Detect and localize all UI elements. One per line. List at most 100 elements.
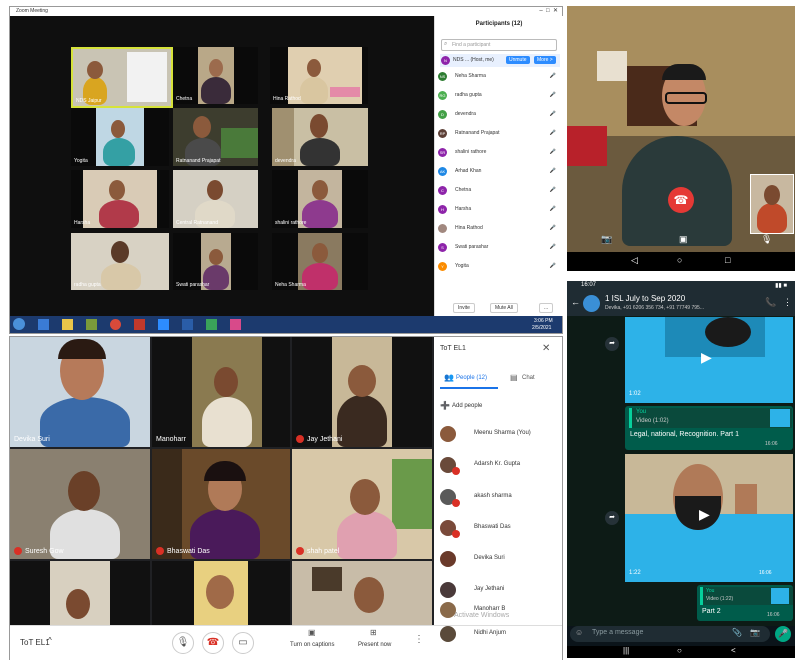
present-now-button[interactable]: Present now bbox=[358, 642, 391, 648]
message-input[interactable]: ☺ Type a message 📎 📷 bbox=[570, 626, 770, 642]
microphone-button[interactable]: 🎙 bbox=[172, 632, 194, 654]
people-list-item[interactable]: Adarsh Kr. Gupta bbox=[428, 453, 550, 481]
zoom-video-tile[interactable]: Yogita bbox=[71, 108, 169, 166]
video-message[interactable]: ▶ 1:02 bbox=[625, 317, 793, 403]
meet-video-tile[interactable]: Suresh Gow bbox=[10, 449, 150, 559]
zoom-video-tile[interactable]: Neha Sharma bbox=[272, 233, 368, 290]
participant-row[interactable]: SR shalini rathore 🎤 bbox=[438, 146, 558, 160]
forward-icon[interactable]: ➦ bbox=[605, 337, 619, 351]
window-controls[interactable]: – □ ✕ bbox=[539, 7, 558, 14]
participant-row[interactable]: H Harsha 🎤 bbox=[438, 203, 558, 217]
meet-video-tile[interactable] bbox=[152, 561, 290, 625]
quoted-message[interactable]: You Video (1:02) bbox=[629, 408, 792, 428]
taskbar-icon[interactable] bbox=[110, 319, 121, 330]
participant-row[interactable]: C Chetna 🎤 bbox=[438, 184, 558, 198]
zoom-video-tile[interactable]: Central Ratnanand bbox=[173, 170, 258, 228]
mute-all-button[interactable]: Mute All bbox=[490, 303, 518, 313]
message-bubble[interactable]: You Video (1:02) Legal, national, Recogn… bbox=[625, 406, 793, 450]
unmute-button[interactable]: Unmute bbox=[506, 56, 530, 64]
voice-message-button[interactable]: 🎤 bbox=[775, 626, 791, 642]
zoom-video-tile[interactable]: devendra bbox=[272, 108, 368, 166]
taskbar-icon[interactable] bbox=[182, 319, 193, 330]
taskbar-icon[interactable] bbox=[86, 319, 97, 330]
home-icon[interactable]: ○ bbox=[677, 255, 682, 265]
taskbar-icon[interactable] bbox=[38, 319, 49, 330]
play-icon[interactable]: ▶ bbox=[699, 506, 710, 523]
participant-row[interactable]: Y Yogita 🎤 bbox=[438, 260, 558, 274]
tab-people[interactable]: 👥 People (12) bbox=[440, 373, 498, 389]
zoom-video-tile[interactable]: radha gupta bbox=[71, 233, 169, 290]
leave-call-button[interactable]: ☎ bbox=[202, 632, 224, 654]
emoji-icon[interactable]: ☺ bbox=[575, 628, 583, 637]
home-icon[interactable]: ○ bbox=[677, 646, 682, 655]
recents-icon[interactable]: ||| bbox=[623, 646, 629, 655]
meet-video-tile[interactable] bbox=[292, 561, 432, 625]
present-icon[interactable]: ⊞ bbox=[370, 628, 377, 637]
people-list-item[interactable]: akash sharma bbox=[428, 485, 550, 513]
zoom-video-tile[interactable]: NDS Jaipur bbox=[71, 47, 173, 108]
close-icon[interactable]: ✕ bbox=[542, 343, 550, 354]
meet-video-tile[interactable]: Bhaswati Das bbox=[152, 449, 290, 559]
recents-icon[interactable]: □ bbox=[725, 255, 730, 265]
turn-on-captions-button[interactable]: Turn on captions bbox=[290, 642, 334, 648]
invite-button[interactable]: Invite bbox=[453, 303, 475, 313]
forward-icon[interactable]: ➦ bbox=[605, 511, 619, 525]
more-options-icon[interactable]: ⋮ bbox=[783, 297, 792, 308]
people-list-item[interactable]: Meenu Sharma (You) bbox=[428, 422, 550, 450]
zoom-video-tile[interactable]: Harsha bbox=[71, 170, 169, 228]
participant-row[interactable]: NS Neha Sharma 🎤 bbox=[438, 70, 558, 84]
taskbar-icon[interactable] bbox=[230, 319, 241, 330]
tab-chat[interactable]: ▤ Chat bbox=[504, 373, 554, 387]
play-icon[interactable]: ▶ bbox=[701, 349, 712, 366]
group-members: Devika, +91 6206 356 734, +91 77749 795.… bbox=[605, 305, 704, 311]
add-people-button[interactable]: ➕ Add people bbox=[440, 401, 540, 413]
host-row[interactable]: N NDS ... (Host, me) Unmute More > bbox=[440, 54, 560, 67]
meet-video-tile[interactable] bbox=[10, 561, 150, 625]
video-off-icon[interactable]: ▣ bbox=[679, 234, 688, 245]
people-list-item[interactable]: Nidhi Anjum bbox=[428, 622, 550, 642]
chevron-up-icon[interactable]: ^ bbox=[48, 636, 52, 645]
quoted-message[interactable]: You Video (1:22) bbox=[700, 587, 793, 605]
participant-row[interactable]: RP Ratnanand Prajapat 🎤 bbox=[438, 127, 558, 141]
participant-row[interactable]: S Swati parashar 🎤 bbox=[438, 241, 558, 255]
people-list-item[interactable]: Devika Suri bbox=[428, 547, 550, 575]
back-icon[interactable]: < bbox=[731, 646, 736, 655]
message-bubble[interactable]: You Video (1:22) Part 2 16:06 bbox=[697, 585, 793, 621]
camera-switch-icon[interactable]: 📷 bbox=[601, 234, 612, 245]
end-call-button[interactable]: ☎ bbox=[668, 187, 694, 213]
taskbar-icon[interactable] bbox=[158, 319, 169, 330]
people-list-item[interactable]: Bhaswati Das bbox=[428, 516, 550, 544]
mute-icon[interactable]: 🎙 bbox=[761, 234, 772, 245]
meet-video-tile[interactable]: shah patel bbox=[292, 449, 432, 559]
zoom-video-tile[interactable]: Ratnanand Prajapat bbox=[173, 108, 258, 166]
group-name[interactable]: 1 ISL July to Sep 2020 bbox=[605, 294, 685, 303]
captions-icon[interactable]: ▣ bbox=[308, 628, 316, 637]
zoom-video-tile[interactable]: Hina Rathod bbox=[270, 47, 368, 104]
zoom-video-tile[interactable]: shalini rathore bbox=[272, 170, 368, 228]
more-button[interactable]: More > bbox=[534, 56, 556, 64]
back-arrow-icon[interactable]: ← bbox=[571, 297, 580, 307]
group-avatar[interactable] bbox=[583, 295, 600, 312]
meet-video-tile[interactable]: Manoharr bbox=[152, 337, 290, 447]
participant-row[interactable]: Hina Rathod 🎤 bbox=[438, 222, 558, 236]
camera-icon[interactable]: 📷 bbox=[750, 628, 760, 637]
more-options-icon[interactable]: ⋮ bbox=[414, 634, 424, 645]
taskbar-icon[interactable] bbox=[206, 319, 217, 330]
meet-video-tile[interactable]: Jay Jethani bbox=[292, 337, 432, 447]
attach-icon[interactable]: 📎 bbox=[732, 628, 742, 637]
taskbar-icon[interactable] bbox=[134, 319, 145, 330]
camera-button[interactable]: ▭ bbox=[232, 632, 254, 654]
participant-row[interactable]: RG radha gupta 🎤 bbox=[438, 89, 558, 103]
participant-row[interactable]: D devendra 🎤 bbox=[438, 108, 558, 122]
participant-search-field[interactable]: ⌕ Find a participant bbox=[441, 39, 557, 51]
video-message[interactable]: ▶ 1:22 16:06 bbox=[625, 454, 793, 582]
back-icon[interactable]: ◁ bbox=[631, 255, 638, 266]
meet-video-tile[interactable]: Devika Suri bbox=[10, 337, 150, 447]
participant-row[interactable]: AK Arhad Khan 🎤 bbox=[438, 165, 558, 179]
start-button[interactable] bbox=[13, 318, 25, 330]
more-options-button[interactable]: ... bbox=[539, 303, 554, 313]
zoom-video-tile[interactable]: Swati parashar bbox=[173, 233, 258, 290]
taskbar-icon[interactable] bbox=[62, 319, 73, 330]
zoom-video-tile[interactable]: Chetna bbox=[173, 47, 258, 104]
voice-call-icon[interactable]: 📞 bbox=[765, 297, 776, 308]
